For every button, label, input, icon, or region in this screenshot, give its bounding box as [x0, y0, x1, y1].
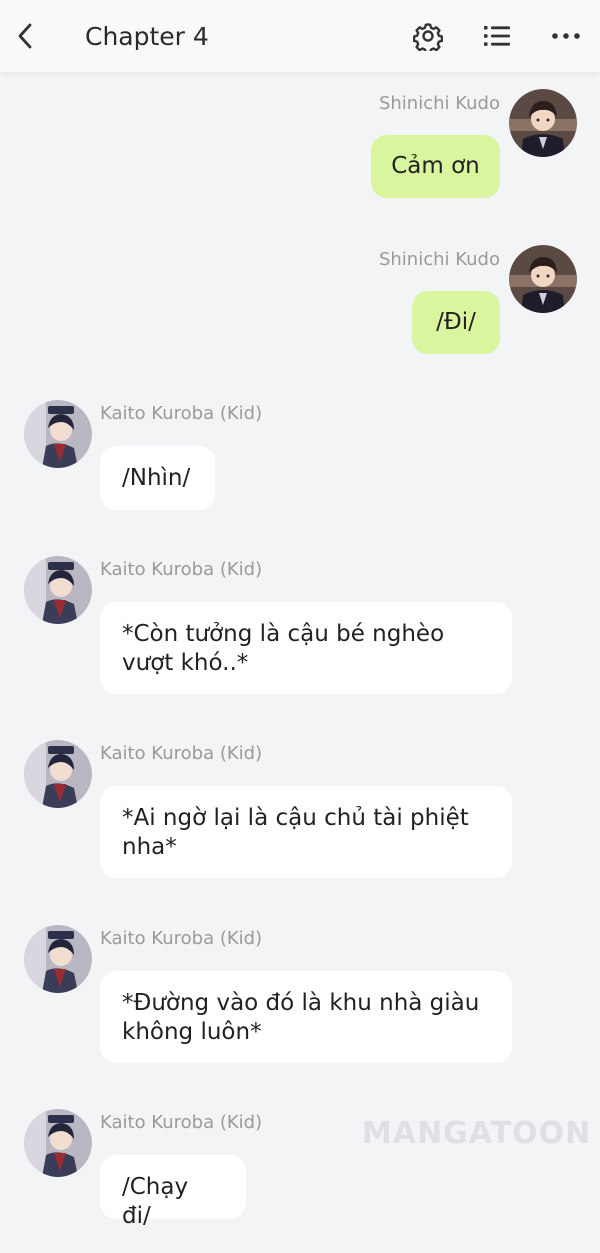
message-bubble[interactable]: *Đường vào đó là khu nhà giàu không luôn… [100, 971, 512, 1063]
sender-name: Kaito Kuroba (Kid) [100, 928, 263, 949]
list-icon [484, 26, 510, 46]
avatar[interactable] [24, 400, 92, 468]
sender-name: Shinichi Kudo [378, 249, 500, 270]
avatar[interactable] [24, 925, 92, 993]
message-bubble[interactable]: /Đi/ [412, 291, 500, 354]
top-bar: Chapter 4 [0, 0, 600, 72]
ellipsis-icon [552, 33, 580, 39]
avatar[interactable] [24, 1109, 92, 1177]
chat-feed[interactable]: Shinichi Kudo Cảm ơn Shinichi Kudo /Đi/ [0, 72, 600, 1253]
chevron-left-icon [18, 23, 32, 49]
avatar[interactable] [24, 740, 92, 808]
message-bubble[interactable]: /Nhìn/ [100, 446, 215, 510]
page-title: Chapter 4 [85, 22, 209, 51]
message-bubble[interactable]: Cảm ơn [371, 135, 500, 198]
sender-name: Kaito Kuroba (Kid) [100, 559, 263, 580]
sender-name: Kaito Kuroba (Kid) [100, 403, 263, 424]
message-bubble[interactable]: *Ai ngờ lại là cậu chủ tài phiệt nha* [100, 786, 512, 878]
message-bubble[interactable]: *Còn tưởng là cậu bé nghèo vượt khó..* [100, 602, 512, 694]
avatar[interactable] [24, 556, 92, 624]
gear-icon [413, 23, 443, 51]
watermark-logo: MANGATOON [362, 1116, 592, 1151]
more-options-button[interactable] [548, 18, 584, 54]
avatar[interactable] [509, 89, 577, 157]
sender-name: Kaito Kuroba (Kid) [100, 1112, 263, 1133]
back-button[interactable] [10, 16, 40, 56]
settings-button[interactable] [410, 18, 446, 54]
sender-name: Shinichi Kudo [378, 93, 500, 114]
chapter-list-button[interactable] [479, 18, 515, 54]
avatar[interactable] [509, 245, 577, 313]
message-bubble[interactable]: /Chạy đi/ [100, 1155, 246, 1229]
sender-name: Kaito Kuroba (Kid) [100, 743, 263, 764]
